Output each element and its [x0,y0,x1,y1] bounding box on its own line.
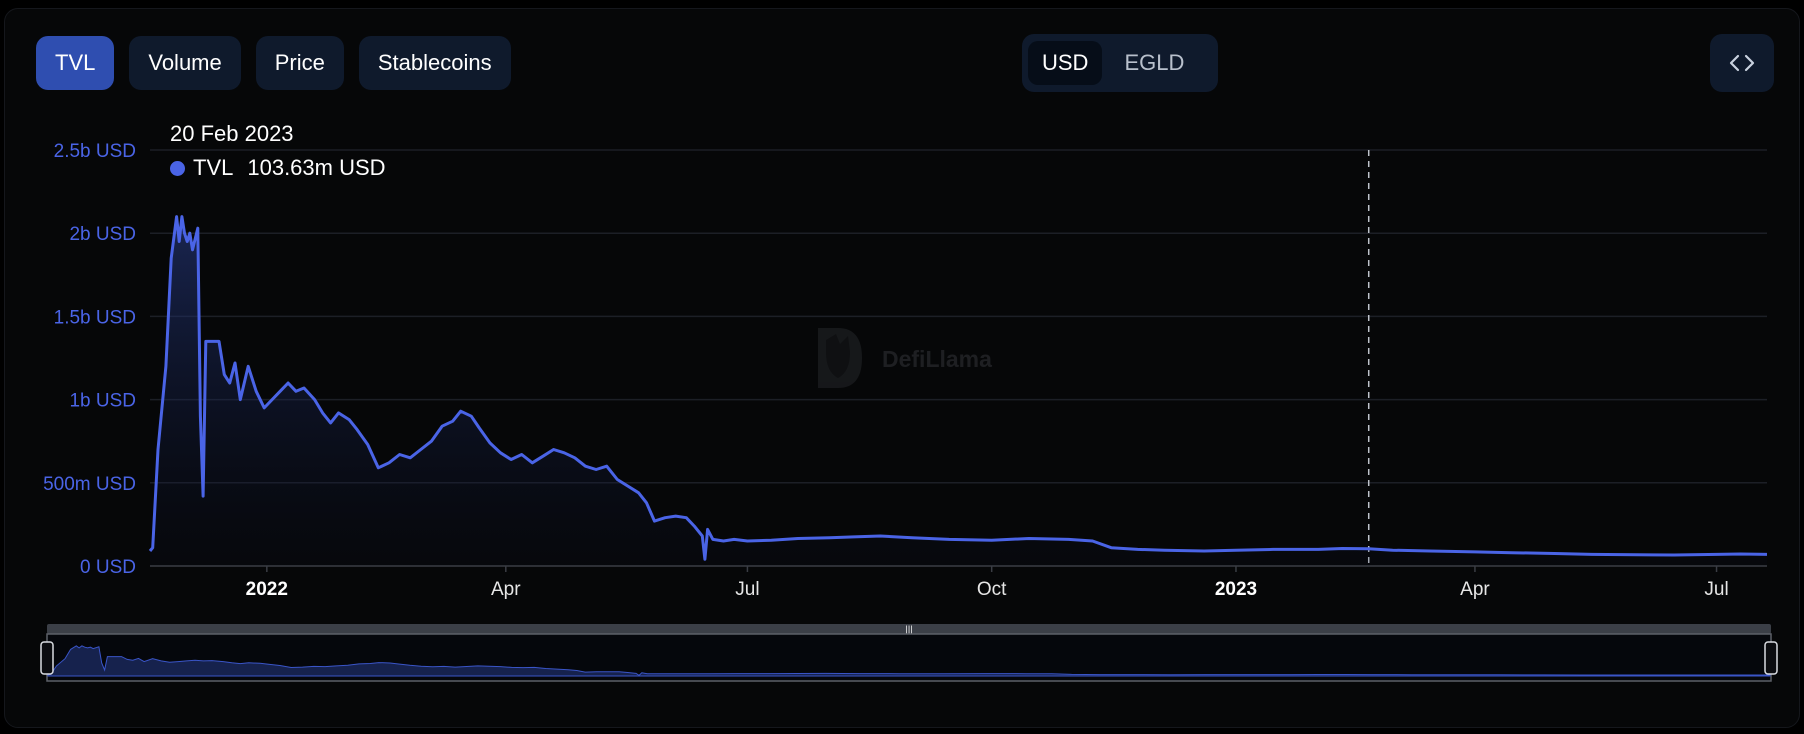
y-tick-label: 500m USD [43,474,136,495]
x-tick-label: Apr [1460,579,1490,600]
tvl-area-fill [150,216,1767,566]
x-tick-label: Jul [735,579,759,600]
y-tick-label: 1.5b USD [54,307,136,328]
y-tick-label: 2b USD [69,224,136,245]
tooltip-series-name: TVL [193,155,234,180]
tooltip-date: 20 Feb 2023 [170,121,294,146]
tooltip-entry: TVL 103.63m USD [170,155,386,181]
slider-right-handle[interactable] [1764,641,1778,675]
x-tick-label: 2023 [1215,579,1257,600]
tooltip-value: 103.63m USD [247,155,386,180]
grid-lines [150,149,1767,484]
y-tick-label: 1b USD [69,391,136,412]
y-axis: 0 USD 500m USD 1b USD 1.5b USD 2b USD 2.5b US… [43,141,136,578]
x-tick-label: Jul [1704,579,1728,600]
watermark-text: DefiLlama [882,346,992,372]
watermark-logo: DefiLlama [818,328,992,388]
x-axis: 2022 Apr Jul Oct 2023 Apr Jul [246,566,1729,600]
x-tick-label: Apr [491,579,521,600]
x-tick-label: Oct [977,579,1007,600]
y-tick-label: 0 USD [80,557,136,578]
x-tick-label: 2022 [246,579,288,600]
slider-left-handle[interactable] [40,641,54,675]
range-slider[interactable]: ||| [40,624,1778,682]
series-color-dot [170,160,185,176]
tvl-chart[interactable]: 0 USD 500m USD 1b USD 1.5b USD 2b USD 2.5b US… [0,0,1804,734]
y-tick-label: 2.5b USD [54,141,136,162]
